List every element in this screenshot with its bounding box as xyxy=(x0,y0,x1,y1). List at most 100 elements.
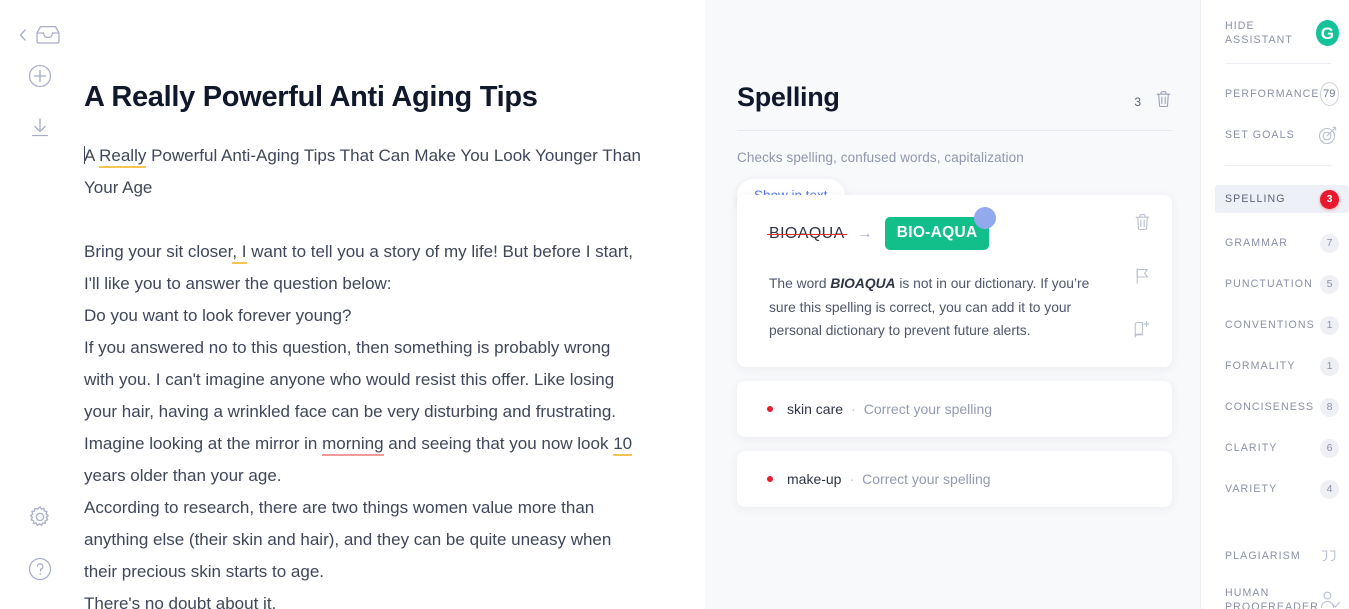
mini-suggestion-card-1[interactable]: skin care · Correct your spelling xyxy=(737,380,1172,437)
trash-icon[interactable] xyxy=(1134,213,1151,236)
document-content[interactable]: A Really Powerful Anti Aging Tips A Real… xyxy=(84,80,644,609)
performance-label: PERFORMANCE xyxy=(1225,88,1320,100)
subtitle-pre: A xyxy=(84,146,100,165)
sidebar-item-human-proofreader[interactable]: HUMAN PROOFREADER xyxy=(1201,586,1349,609)
sidebar-item-label: SPELLING xyxy=(1225,193,1286,205)
quote-icon[interactable] xyxy=(1319,547,1339,565)
mini-word: skin care xyxy=(787,400,844,417)
document-subtitle-paragraph[interactable]: A Really Powerful Anti-Aging Tips That C… xyxy=(84,140,644,204)
sidebar-item-variety[interactable]: VARIETY 4 xyxy=(1201,478,1349,500)
sidebar-item-clarity[interactable]: CLARITY 6 xyxy=(1201,437,1349,459)
gear-icon[interactable] xyxy=(28,505,52,534)
plagiarism-label: PLAGIARISM xyxy=(1225,550,1301,562)
rail-item-help[interactable] xyxy=(0,545,80,597)
sidebar-divider-mid xyxy=(1225,165,1331,166)
chevron-left-icon[interactable] xyxy=(18,28,28,42)
suggestion-card[interactable]: BIOAQUA → BIO-AQUA The word BIOAQUA is n… xyxy=(737,195,1172,367)
inbox-tray-icon[interactable] xyxy=(34,24,62,46)
flagged-comma-i[interactable]: , I xyxy=(232,242,247,264)
alert-dot-icon xyxy=(767,475,773,482)
plus-circle-icon[interactable] xyxy=(28,64,52,93)
sidebar-item-conciseness[interactable]: CONCISENESS 8 xyxy=(1201,396,1349,418)
sidebar-item-label: VARIETY xyxy=(1225,483,1278,495)
sidebar-item-grammar[interactable]: GRAMMAR 7 xyxy=(1201,232,1349,254)
sidebar-item-label: PUNCTUATION xyxy=(1225,278,1313,290)
target-icon[interactable] xyxy=(1317,124,1339,146)
question-circle-icon[interactable] xyxy=(28,557,52,586)
mini-suggestion-card-2[interactable]: make-up · Correct your spelling xyxy=(737,450,1172,507)
mini-action-label: Correct your spelling xyxy=(863,400,993,417)
sidebar-item-spelling[interactable]: SPELLING 3 xyxy=(1215,185,1349,213)
p3-part-c: years older than your age. xyxy=(84,466,282,485)
performance-score: 79 xyxy=(1319,82,1339,106)
assistant-panel: Spelling 3 Checks spelling, confused wor… xyxy=(705,0,1200,609)
status-badge: 7 xyxy=(1320,233,1339,253)
rail-item-inbox[interactable] xyxy=(0,18,80,52)
status-badge: 8 xyxy=(1320,397,1339,417)
mini-separator: · xyxy=(849,470,855,487)
suggestion-explanation: The word BIOAQUA is not in our dictionar… xyxy=(769,272,1110,343)
explanation-pre: The word xyxy=(769,276,831,291)
status-badge: 6 xyxy=(1320,438,1339,458)
human-proofreader-label: HUMAN PROOFREADER xyxy=(1225,587,1319,609)
sidebar-item-formality[interactable]: FORMALITY 1 xyxy=(1201,355,1349,377)
document-editor[interactable]: A Really Powerful Anti Aging Tips A Real… xyxy=(80,0,705,609)
flagged-word-really[interactable]: Really xyxy=(99,146,147,168)
flagged-number-10[interactable]: 10 xyxy=(613,434,633,456)
assistant-header: Spelling 3 xyxy=(737,80,1172,114)
hide-assistant-button[interactable]: HIDE ASSISTANT G xyxy=(1201,20,1349,46)
rail-item-download[interactable] xyxy=(0,104,80,156)
hide-assistant-label: HIDE ASSISTANT xyxy=(1225,20,1293,46)
rail-item-settings[interactable] xyxy=(0,493,80,545)
person-check-icon[interactable] xyxy=(1319,590,1341,609)
set-goals-label: SET GOALS xyxy=(1225,129,1295,141)
mini-action-label: Correct your spelling xyxy=(862,470,991,487)
document-body[interactable]: A Really Powerful Anti-Aging Tips That C… xyxy=(84,140,644,609)
sidebar-item-conventions[interactable]: CONVENTIONS 1 xyxy=(1201,314,1349,336)
suggestion-card-actions xyxy=(1133,213,1152,343)
mini-separator: · xyxy=(851,400,856,417)
sidebar-item-punctuation[interactable]: PUNCTUATION 5 xyxy=(1201,273,1349,295)
status-badge: 3 xyxy=(1320,189,1339,209)
dismiss-all-trash-icon[interactable] xyxy=(1155,90,1172,113)
p1-part-a: Bring your sit closer xyxy=(84,242,233,261)
assistant-issue-count: 3 xyxy=(1134,94,1141,109)
editor-app: A Really Powerful Anti Aging Tips A Real… xyxy=(0,0,1349,609)
arrow-right-icon: → xyxy=(856,224,873,242)
sidebar-divider-top xyxy=(1225,63,1331,64)
document-paragraph-4[interactable]: According to research, there are two thi… xyxy=(84,492,644,588)
add-to-dictionary-icon[interactable] xyxy=(1133,320,1152,343)
rail-item-new-document[interactable] xyxy=(0,52,80,104)
mini-word: make-up xyxy=(787,470,842,487)
sidebar-item-label: FORMALITY xyxy=(1225,360,1296,372)
assistant-header-actions: 3 xyxy=(1134,80,1172,113)
document-paragraph-1[interactable]: Bring your sit closer, I want to tell yo… xyxy=(84,236,644,300)
mouse-cursor-indicator xyxy=(974,207,996,229)
explanation-term: BIOAQUA xyxy=(830,276,896,291)
assistant-header-divider xyxy=(737,130,1172,131)
status-badge: 4 xyxy=(1320,479,1339,499)
p3-part-b: and seeing that you now look xyxy=(383,434,614,453)
sidebar-item-label: CONVENTIONS xyxy=(1225,319,1315,331)
flag-icon[interactable] xyxy=(1134,267,1151,290)
sidebar-item-performance[interactable]: PERFORMANCE 79 xyxy=(1201,82,1349,106)
sidebar-item-label: GRAMMAR xyxy=(1225,237,1289,249)
left-rail-bottom-group xyxy=(0,493,80,597)
assistant-description: Checks spelling, confused words, capital… xyxy=(737,150,1024,165)
document-title[interactable]: A Really Powerful Anti Aging Tips xyxy=(84,80,644,114)
flagged-word-morning[interactable]: morning xyxy=(322,434,384,456)
status-badge: 1 xyxy=(1320,356,1339,376)
download-icon[interactable] xyxy=(29,117,51,144)
document-paragraph-5[interactable]: There's no doubt about it. xyxy=(84,588,644,609)
sidebar-item-set-goals[interactable]: SET GOALS xyxy=(1201,124,1349,146)
alert-dot-icon xyxy=(767,405,773,412)
left-rail xyxy=(0,0,80,609)
grammarly-logo-icon[interactable]: G xyxy=(1315,20,1339,46)
status-badge: 1 xyxy=(1320,315,1339,335)
document-paragraph-3[interactable]: If you answered no to this question, the… xyxy=(84,332,644,492)
document-paragraph-2[interactable]: Do you want to look forever young? xyxy=(84,300,644,332)
sidebar-item-plagiarism[interactable]: PLAGIARISM xyxy=(1201,545,1349,567)
assistant-title: Spelling xyxy=(737,82,840,112)
